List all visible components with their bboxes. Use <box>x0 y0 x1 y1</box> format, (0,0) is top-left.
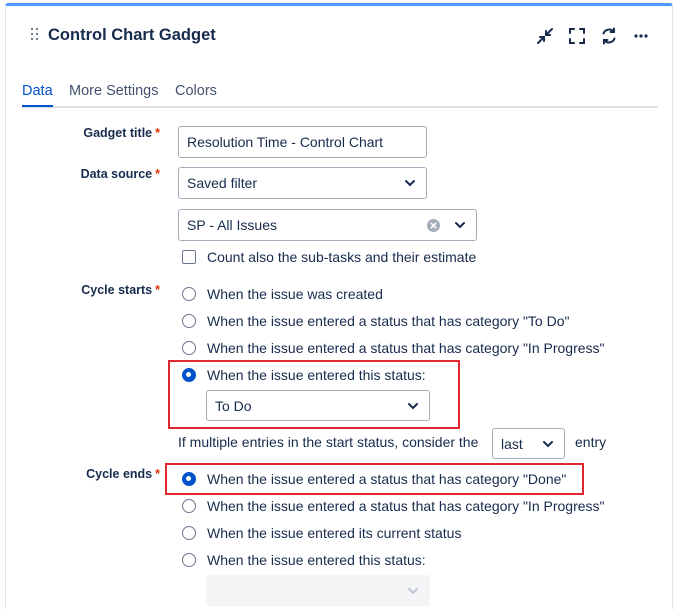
tab-colors[interactable]: Colors <box>175 83 217 99</box>
cycle-end-option[interactable]: When the issue entered its current statu… <box>182 523 461 543</box>
start-status-select[interactable]: To Do <box>206 390 430 421</box>
chevron-down-icon <box>455 222 465 229</box>
tab-data[interactable]: Data <box>22 83 53 107</box>
chevron-down-icon <box>405 180 415 187</box>
gadget-header: Control Chart Gadget <box>6 6 672 66</box>
tab-bar: Data More Settings Colors <box>22 80 658 108</box>
data-source-select[interactable]: Saved filter <box>178 167 427 199</box>
multiple-entries-prefix: If multiple entries in the start status,… <box>178 434 479 450</box>
subtasks-checkbox[interactable] <box>182 250 196 264</box>
radio-button-selected[interactable] <box>182 472 196 486</box>
cycle-start-option[interactable]: When the issue was created <box>182 284 383 304</box>
cycle-start-option[interactable]: When the issue entered a status that has… <box>182 338 605 358</box>
cycle-end-option[interactable]: When the issue entered a status that has… <box>182 496 605 516</box>
radio-button[interactable] <box>182 553 196 567</box>
radio-button[interactable] <box>182 314 196 328</box>
fullscreen-icon[interactable] <box>567 26 587 46</box>
filter-value: SP - All Issues <box>187 217 278 233</box>
gadget-title: Control Chart Gadget <box>48 26 216 44</box>
cycle-ends-label: Cycle ends * <box>86 467 160 481</box>
data-source-value: Saved filter <box>187 175 258 191</box>
chevron-down-icon <box>408 402 418 409</box>
chevron-down-icon <box>408 587 418 594</box>
radio-button[interactable] <box>182 526 196 540</box>
drag-handle-icon[interactable] <box>31 28 41 42</box>
cycle-end-option[interactable]: When the issue entered this status: <box>182 550 426 570</box>
more-icon[interactable] <box>631 26 651 46</box>
cycle-start-option[interactable]: When the issue entered a status that has… <box>182 311 569 331</box>
radio-button[interactable] <box>182 499 196 513</box>
radio-button-selected[interactable] <box>182 368 196 382</box>
subtasks-checkbox-row[interactable]: Count also the sub-tasks and their estim… <box>182 247 476 267</box>
multiple-entries-select[interactable]: last <box>492 428 565 459</box>
cycle-start-option[interactable]: When the issue entered this status: <box>182 365 426 385</box>
cycle-end-option[interactable]: When the issue entered a status that has… <box>182 469 566 489</box>
multiple-entries-value: last <box>501 435 523 452</box>
data-source-label: Data source * <box>80 167 160 181</box>
refresh-icon[interactable] <box>599 26 619 46</box>
gadget-panel: Control Chart Gadget Data More Settings … <box>5 3 673 609</box>
minimize-icon[interactable] <box>535 26 555 46</box>
gadget-title-label: Gadget title * <box>83 126 160 140</box>
chevron-down-icon <box>543 440 553 447</box>
radio-button[interactable] <box>182 287 196 301</box>
subtasks-label: Count also the sub-tasks and their estim… <box>207 249 477 265</box>
filter-select[interactable]: SP - All Issues <box>178 209 477 241</box>
radio-button[interactable] <box>182 341 196 355</box>
cycle-starts-label: Cycle starts * <box>81 283 160 297</box>
end-status-select <box>206 575 430 606</box>
gadget-title-input[interactable]: Resolution Time - Control Chart <box>178 126 427 158</box>
start-status-value: To Do <box>215 397 252 414</box>
multiple-entries-suffix: entry <box>575 434 607 450</box>
clear-icon[interactable] <box>427 219 440 232</box>
tab-more-settings[interactable]: More Settings <box>69 83 158 99</box>
